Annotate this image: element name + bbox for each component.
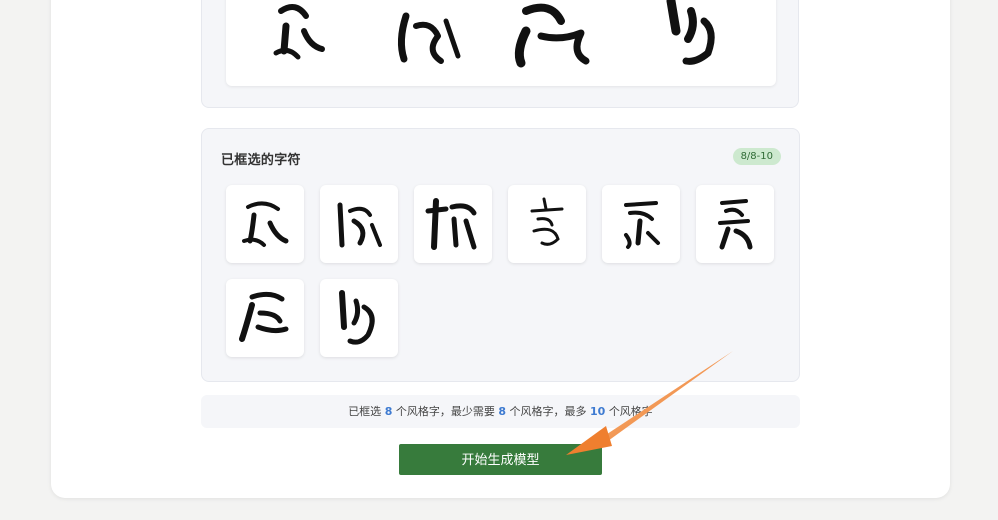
char-tile-7[interactable] — [226, 279, 304, 357]
selected-count: 8 — [384, 405, 393, 418]
min-count: 8 — [498, 405, 506, 418]
selected-characters-panel: 已框选的字符 8/8-10 — [201, 128, 800, 382]
info-mid2: 个风格字，最多 — [509, 405, 587, 418]
calligraphy-preview-image — [226, 0, 776, 86]
info-mid1: 个风格字，最少需要 — [395, 405, 495, 418]
max-count: 10 — [590, 405, 606, 418]
start-generate-model-button[interactable]: 开始生成模型 — [399, 444, 602, 475]
info-suffix: 个风格字 — [608, 405, 653, 418]
char-tile-6[interactable] — [696, 185, 774, 263]
selection-count-badge: 8/8-10 — [732, 148, 781, 165]
char-tile-3[interactable] — [414, 185, 492, 263]
char-tile-5[interactable] — [602, 185, 680, 263]
char-tile-2[interactable] — [320, 185, 398, 263]
preview-panel — [201, 0, 799, 108]
panel-title: 已框选的字符 — [221, 153, 301, 168]
selection-info-bar: 已框选 8 个风格字，最少需要 8 个风格字，最多 10 个风格字 — [201, 395, 800, 428]
info-prefix: 已框选 — [348, 405, 382, 418]
char-tile-1[interactable] — [226, 185, 304, 263]
char-tile-4[interactable] — [508, 185, 586, 263]
char-tile-8[interactable] — [320, 279, 398, 357]
